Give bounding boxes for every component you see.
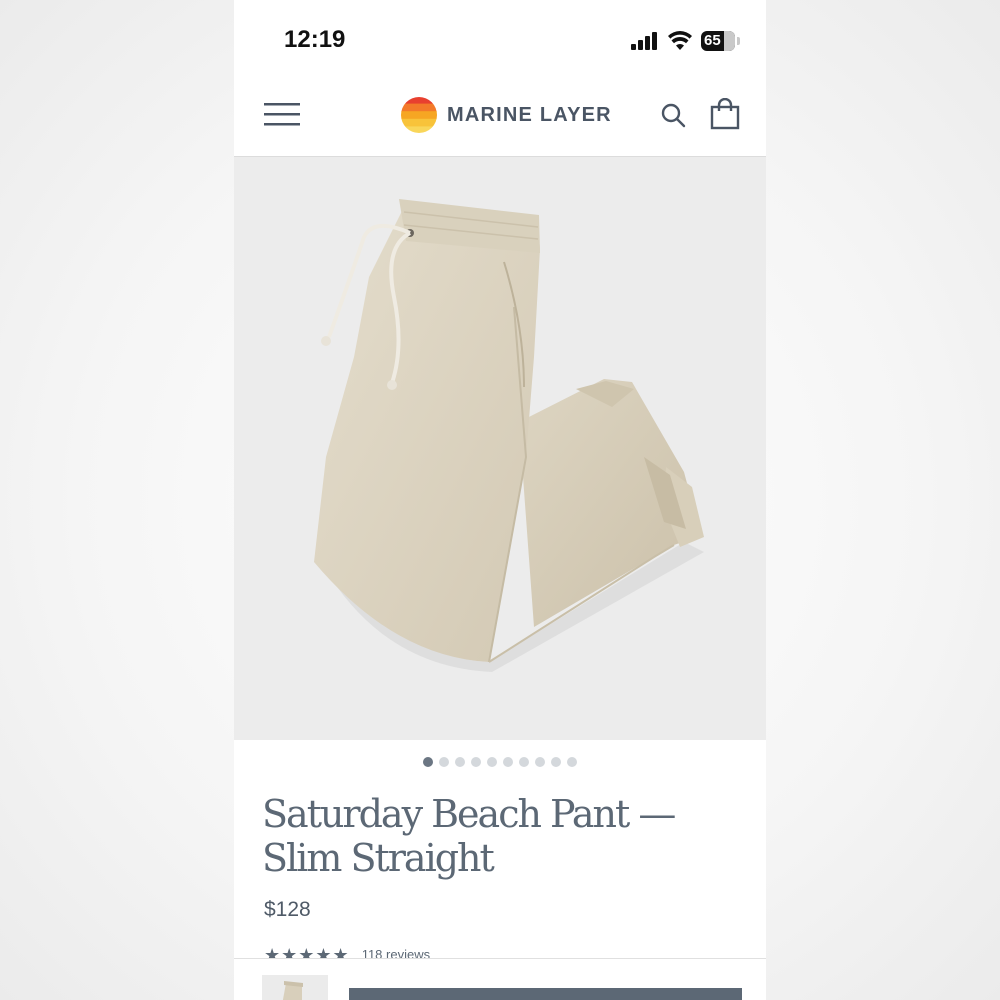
product-price: $128 bbox=[264, 898, 311, 921]
search-icon[interactable] bbox=[660, 102, 686, 128]
pants-illustration bbox=[314, 199, 704, 672]
sunset-logo-icon bbox=[401, 97, 437, 133]
carousel-dot[interactable] bbox=[535, 757, 545, 767]
logo-stripe bbox=[401, 111, 437, 120]
battery-empty-icon bbox=[724, 31, 735, 51]
shopping-bag-icon[interactable] bbox=[710, 98, 740, 130]
status-time: 12:19 bbox=[284, 26, 346, 53]
battery-cap-icon bbox=[737, 37, 740, 45]
phone-screen: 12:19 65 MARINE LAYER Saturday Beach Pan… bbox=[234, 0, 766, 1000]
carousel-dot[interactable] bbox=[439, 757, 449, 767]
product-title: Saturday Beach Pant — Slim Straight bbox=[262, 792, 676, 880]
carousel-dot[interactable] bbox=[503, 757, 513, 767]
carousel-dot[interactable] bbox=[551, 757, 561, 767]
carousel-dot[interactable] bbox=[423, 757, 433, 767]
logo-stripe bbox=[401, 118, 437, 127]
carousel-dot[interactable] bbox=[487, 757, 497, 767]
thumbnail-pants-icon bbox=[282, 981, 303, 1000]
carousel-dot[interactable] bbox=[519, 757, 529, 767]
carousel-dot[interactable] bbox=[455, 757, 465, 767]
product-thumbnail bbox=[262, 975, 328, 1000]
status-bar: 12:19 65 bbox=[234, 0, 766, 80]
carousel-dot[interactable] bbox=[567, 757, 577, 767]
cellular-signal-icon bbox=[631, 32, 657, 50]
wifi-icon bbox=[668, 31, 692, 50]
site-header: MARINE LAYER bbox=[234, 80, 766, 157]
add-to-bag-button[interactable] bbox=[349, 988, 742, 1000]
logo-stripe bbox=[401, 103, 437, 112]
brand-name: MARINE LAYER bbox=[447, 103, 612, 126]
carousel-dot[interactable] bbox=[471, 757, 481, 767]
hamburger-icon[interactable] bbox=[264, 100, 302, 130]
brand-logo[interactable]: MARINE LAYER bbox=[400, 95, 612, 135]
sticky-purchase-bar bbox=[234, 958, 766, 1000]
logo-stripe bbox=[401, 97, 437, 105]
carousel-dots bbox=[234, 757, 766, 767]
product-image[interactable] bbox=[234, 157, 766, 740]
logo-stripe bbox=[401, 126, 437, 133]
